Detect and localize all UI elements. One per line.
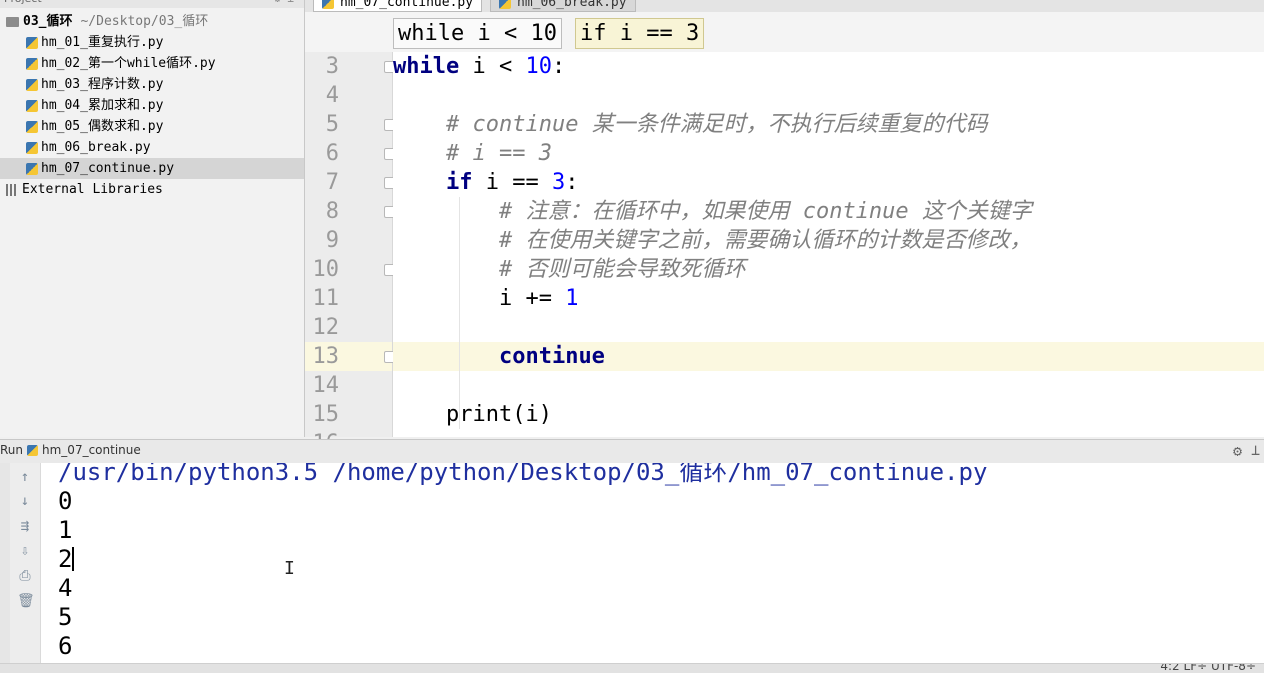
print-icon[interactable]: ⎙: [17, 568, 33, 584]
run-console[interactable]: /usr/bin/python3.5 /home/python/Desktop/…: [41, 463, 1264, 663]
arrow-up-icon[interactable]: ↑: [17, 469, 33, 485]
root-folder-name: 03_循环: [23, 14, 73, 29]
tab-label: hm_06_break.py: [517, 0, 627, 10]
run-panel-header: Run hm_07_continue ⚙ ⊥: [0, 439, 1264, 464]
folder-icon: [6, 16, 19, 27]
tab-hm-06-break[interactable]: hm_06_break.py: [490, 0, 636, 12]
gear-icon[interactable]: ⚙: [1233, 442, 1242, 460]
tree-file[interactable]: hm_04_累加求和.py: [0, 95, 304, 116]
editor-tab-bar: hm_07_continue.py hm_06_break.py: [305, 0, 1264, 12]
code-comment: # 注意：在循环中，如果使用 continue 这个关键字: [498, 199, 1032, 224]
code-comment: # continue 某一条件满足时，不执行后续重复的代码: [445, 112, 988, 137]
code-comment: # 否则可能会导致死循环: [498, 257, 746, 282]
tree-file[interactable]: hm_05_偶数求和.py: [0, 116, 304, 137]
line-number: 10: [312, 257, 340, 282]
file-name: hm_07_continue.py: [41, 161, 175, 176]
line-number: 8: [325, 199, 339, 224]
file-name: hm_02_第一个while循环.py: [41, 56, 216, 71]
tree-file-selected[interactable]: hm_07_continue.py: [0, 158, 304, 179]
scroll-to-end-icon[interactable]: ⇩: [17, 543, 33, 559]
python-file-icon: [26, 141, 38, 154]
tree-file[interactable]: hm_01_重复执行.py: [0, 32, 304, 53]
text-caret: [72, 547, 75, 571]
file-name: hm_01_重复执行.py: [41, 35, 164, 50]
file-name: hm_05_偶数求和.py: [41, 119, 164, 134]
console-output-line: 6: [58, 632, 73, 660]
run-config-name: hm_07_continue: [42, 443, 141, 457]
line-number: 3: [325, 54, 339, 79]
console-output-value: 2: [58, 545, 73, 573]
python-file-icon: [27, 445, 39, 456]
python-file-icon: [26, 57, 38, 70]
line-number: 12: [312, 315, 340, 340]
python-file-icon: [26, 120, 38, 133]
breadcrumb-while[interactable]: while i < 10: [393, 18, 562, 49]
code-line: # i == 3: [393, 139, 1264, 168]
tree-root-folder[interactable]: 03_循环 ~/Desktop/03_循环: [0, 11, 304, 32]
line-number: 5: [325, 112, 339, 137]
line-number: 13: [312, 344, 340, 369]
python-file-icon: [26, 99, 38, 112]
line-number: 6: [325, 141, 339, 166]
code-comment: # 在使用关键字之前，需要确认循环的计数是否修改，: [498, 228, 1032, 253]
arrow-down-icon[interactable]: ↓: [17, 493, 33, 509]
breadcrumb-if[interactable]: if i == 3: [575, 18, 705, 49]
tab-hm-07-continue[interactable]: hm_07_continue.py: [313, 0, 483, 12]
settings-icon[interactable]: ⚙ ⊥: [274, 0, 294, 5]
code-line: if i == 3:: [445, 170, 579, 195]
run-label: Run: [0, 443, 24, 457]
code-line: # continue 某一条件满足时，不执行后续重复的代码: [393, 110, 1264, 139]
breadcrumb: while i < 10 if i == 3: [305, 12, 1264, 53]
line-number: 14: [312, 373, 340, 398]
code-line: # 否则可能会导致死循环: [393, 255, 1264, 284]
console-output-line: 4: [58, 574, 73, 602]
code-line: # 在使用关键字之前，需要确认循环的计数是否修改，: [393, 226, 1264, 255]
code-editor[interactable]: while i < 10: # continue 某一条件满足时，不执行后续重复…: [393, 52, 1264, 437]
console-output-line: 1: [58, 516, 73, 544]
project-panel: Project ⚙ ⊥ 03_循环 ~/Desktop/03_循环 hm_01_重…: [0, 0, 305, 437]
tree-file[interactable]: hm_03_程序计数.py: [0, 74, 304, 95]
console-output-line: 0: [58, 487, 73, 515]
editor-gutter: 3 4 5 6 7 8 9 10 11 12 13 14 15 16: [305, 52, 398, 456]
line-number: 11: [312, 286, 340, 311]
line-number: 9: [325, 228, 339, 253]
code-line: # 注意：在循环中，如果使用 continue 这个关键字: [393, 197, 1264, 226]
console-command: /usr/bin/python3.5 /home/python/Desktop/…: [58, 463, 988, 486]
code-comment: # i == 3: [445, 141, 552, 166]
line-number: 15: [312, 402, 340, 427]
file-name: hm_03_程序计数.py: [41, 77, 164, 92]
root-folder-path: ~/Desktop/03_循环: [80, 14, 209, 29]
library-icon: [6, 183, 18, 196]
tree-file[interactable]: hm_02_第一个while循环.py: [0, 53, 304, 74]
python-file-icon: [499, 0, 511, 9]
soft-wrap-icon[interactable]: ⇶: [17, 518, 33, 534]
file-name: hm_04_累加求和.py: [41, 98, 164, 113]
code-line: print(i): [393, 402, 552, 427]
run-toolbar: ↑ ↓ ⇶ ⇩ ⎙ 🗑: [10, 463, 41, 672]
console-output-line: 2: [58, 545, 75, 574]
code-line: continue: [498, 344, 605, 369]
line-number: 4: [325, 83, 339, 108]
line-number: 7: [325, 170, 339, 195]
python-file-icon: [26, 36, 38, 49]
mouse-ibeam-cursor-icon: I: [284, 558, 295, 579]
python-file-icon: [322, 0, 334, 9]
hide-panel-icon[interactable]: ⊥: [1251, 441, 1260, 459]
project-panel-title: Project: [0, 0, 304, 8]
run-tab[interactable]: Run hm_07_continue: [0, 443, 141, 457]
code-line: while i < 10:: [393, 54, 566, 79]
tree-file[interactable]: hm_06_break.py: [0, 137, 304, 158]
file-name: hm_06_break.py: [41, 140, 151, 155]
console-output-line: 5: [58, 603, 73, 631]
python-file-icon: [26, 78, 38, 91]
python-file-icon: [26, 162, 38, 175]
tree-external-libraries[interactable]: External Libraries: [0, 179, 304, 200]
code-line: i += 1: [393, 286, 579, 311]
external-libraries-label: External Libraries: [22, 182, 163, 197]
tab-label: hm_07_continue.py: [340, 0, 474, 10]
trash-icon[interactable]: 🗑: [17, 593, 35, 609]
